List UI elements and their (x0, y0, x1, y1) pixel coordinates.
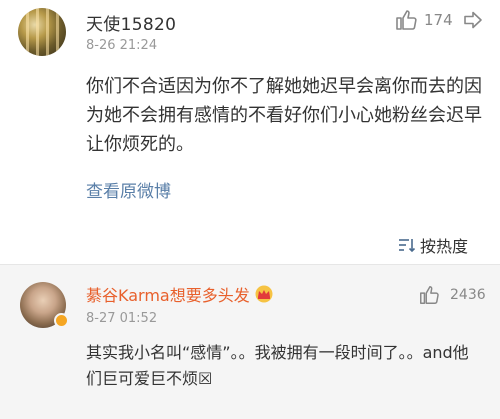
more-icon[interactable] (462, 10, 484, 30)
verified-badge-icon (54, 313, 69, 328)
avatar-texture (26, 8, 29, 56)
reply-like-count: 2436 (450, 287, 486, 303)
sort-label: 按热度 (420, 237, 469, 256)
comment-text: 你们不合适因为你不了解她她迟早会离你而去的因为她不会拥有感情的不看好你们小心她粉… (86, 76, 482, 155)
comment-username[interactable]: 天使15820 (86, 10, 176, 35)
reply-text: 其实我小名叫“感情”。。我被拥有一段时间了。。and他们巨可爱巨不烦☒ (86, 343, 469, 388)
avatar-texture (46, 8, 49, 56)
comment-timestamp: 8-26 21:24 (86, 38, 158, 53)
avatar-texture (56, 8, 59, 56)
thumbs-up-icon[interactable] (394, 8, 418, 32)
reply-username[interactable]: 綦谷Karma想要多头发 (86, 282, 250, 306)
thumbs-up-icon[interactable] (418, 284, 440, 306)
like-count: 174 (424, 11, 453, 29)
divider (0, 264, 500, 265)
avatar[interactable] (18, 8, 66, 56)
view-original-link[interactable]: 查看原微博 (86, 177, 171, 202)
sort-icon (399, 239, 416, 253)
avatar-texture (36, 8, 39, 56)
reply-username-row[interactable]: 綦谷Karma想要多头发 (86, 282, 274, 306)
reply-timestamp: 8-27 01:52 (86, 311, 158, 326)
sort-by-hotness-button[interactable]: 按热度 (398, 233, 468, 257)
crown-icon (255, 285, 273, 303)
